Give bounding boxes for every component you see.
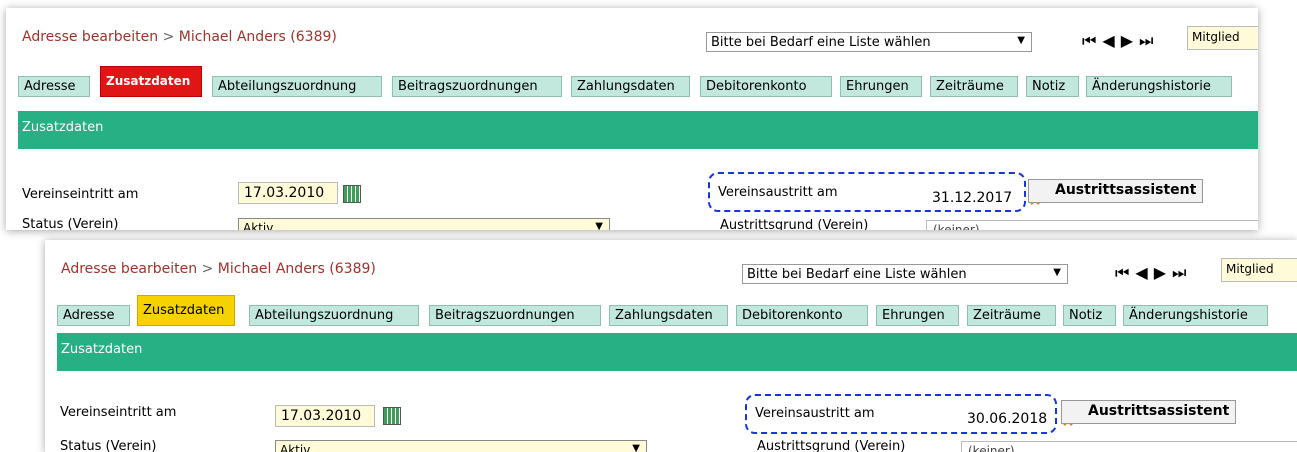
- grund-label: Austrittsgrund (Verein): [720, 218, 869, 230]
- breadcrumb-name: Michael Anders (6389): [217, 261, 376, 277]
- tab-zeitraeume[interactable]: Zeiträume: [967, 305, 1056, 326]
- tab-abteilungszuordnung[interactable]: Abteilungszuordnung: [212, 76, 382, 97]
- chevron-down-icon: ▼: [1053, 267, 1061, 278]
- tab-bar: Adresse Zusatzdaten Abteilungszuordnung …: [18, 66, 1258, 100]
- austritt-label: Vereinsaustritt am: [755, 406, 875, 421]
- austrittsassistent-button[interactable]: Austrittsassistent: [1061, 400, 1237, 424]
- record-navigation[interactable]: ⏮◀▶⏭: [1115, 263, 1192, 283]
- calendar-icon[interactable]: [383, 407, 401, 425]
- eintritt-label: Vereinseintritt am: [22, 187, 139, 202]
- grund-field[interactable]: (keiner): [926, 220, 1258, 230]
- tab-beitragszuordnungen[interactable]: Beitragszuordnungen: [429, 305, 601, 326]
- tab-aenderungshistorie[interactable]: Änderungshistorie: [1086, 76, 1232, 97]
- grund-field[interactable]: (keiner): [961, 441, 1297, 452]
- eintritt-label: Vereinseintritt am: [60, 405, 177, 420]
- tab-adresse[interactable]: Adresse: [57, 305, 130, 326]
- status-value: Aktiv: [243, 221, 274, 230]
- tab-abteilungszuordnung[interactable]: Abteilungszuordnung: [249, 305, 419, 326]
- breadcrumb-separator: >: [197, 261, 218, 277]
- tab-beitragszuordnungen[interactable]: Beitragszuordnungen: [392, 76, 562, 97]
- chevron-down-icon: ▼: [632, 443, 640, 452]
- breadcrumb-name: Michael Anders (6389): [178, 29, 337, 45]
- mitglied-field[interactable]: Mitglied: [1187, 26, 1258, 50]
- tab-ehrungen[interactable]: Ehrungen: [840, 76, 922, 97]
- austritt-label: Vereinsaustritt am: [718, 185, 838, 200]
- calendar-icon[interactable]: [343, 185, 361, 203]
- tab-aenderungshistorie[interactable]: Änderungshistorie: [1123, 305, 1268, 326]
- status-value: Aktiv: [280, 443, 311, 452]
- section-header: Zusatzdaten: [18, 111, 1258, 149]
- tab-zahlungsdaten[interactable]: Zahlungsdaten: [571, 76, 690, 97]
- tab-debitorenkonto[interactable]: Debitorenkonto: [700, 76, 832, 97]
- list-select-value: Bitte bei Bedarf eine Liste wählen: [711, 35, 931, 50]
- status-select[interactable]: Aktiv ▼: [238, 218, 610, 230]
- record-navigation[interactable]: ⏮◀▶⏭: [1082, 31, 1159, 51]
- breadcrumb-prefix[interactable]: Adresse bearbeiten: [22, 29, 158, 45]
- mitglied-field[interactable]: Mitglied: [1221, 258, 1297, 282]
- tab-bar: Adresse Zusatzdaten Abteilungszuordnung …: [57, 295, 1297, 329]
- status-label: Status (Verein): [60, 439, 157, 452]
- list-select-value: Bitte bei Bedarf eine Liste wählen: [747, 267, 967, 282]
- tab-zusatzdaten[interactable]: Zusatzdaten: [100, 66, 202, 97]
- status-select[interactable]: Aktiv ▼: [275, 440, 647, 452]
- eintritt-date-field[interactable]: 17.03.2010: [238, 182, 338, 204]
- status-label: Status (Verein): [22, 217, 119, 230]
- section-header: Zusatzdaten: [57, 333, 1297, 371]
- screenshot-panel-before: Adresse bearbeiten > Michael Anders (638…: [6, 8, 1258, 230]
- tab-zusatzdaten[interactable]: Zusatzdaten: [137, 295, 235, 326]
- list-select[interactable]: Bitte bei Bedarf eine Liste wählen ▼: [742, 264, 1068, 284]
- breadcrumb: Adresse bearbeiten > Michael Anders (638…: [22, 29, 337, 45]
- austrittsassistent-button[interactable]: Austrittsassistent: [1028, 179, 1204, 203]
- tab-zeitraeume[interactable]: Zeiträume: [930, 76, 1018, 97]
- grund-label: Austrittsgrund (Verein): [757, 439, 906, 452]
- eintritt-date-field[interactable]: 17.03.2010: [275, 405, 375, 427]
- tab-adresse[interactable]: Adresse: [18, 76, 90, 97]
- tab-notiz[interactable]: Notiz: [1063, 305, 1116, 326]
- austritt-date-value[interactable]: 30.06.2018: [967, 411, 1047, 427]
- chevron-down-icon: ▼: [1017, 35, 1025, 46]
- list-select[interactable]: Bitte bei Bedarf eine Liste wählen ▼: [706, 32, 1032, 52]
- austritt-date-value[interactable]: 31.12.2017: [932, 190, 1012, 206]
- tab-zahlungsdaten[interactable]: Zahlungsdaten: [609, 305, 728, 326]
- screenshot-panel-after: Adresse bearbeiten > Michael Anders (638…: [45, 240, 1297, 452]
- tab-notiz[interactable]: Notiz: [1026, 76, 1079, 97]
- breadcrumb-prefix[interactable]: Adresse bearbeiten: [61, 261, 197, 277]
- tab-debitorenkonto[interactable]: Debitorenkonto: [736, 305, 868, 326]
- chevron-down-icon: ▼: [595, 221, 603, 230]
- breadcrumb-separator: >: [158, 29, 179, 45]
- breadcrumb: Adresse bearbeiten > Michael Anders (638…: [61, 261, 376, 277]
- tab-ehrungen[interactable]: Ehrungen: [876, 305, 959, 326]
